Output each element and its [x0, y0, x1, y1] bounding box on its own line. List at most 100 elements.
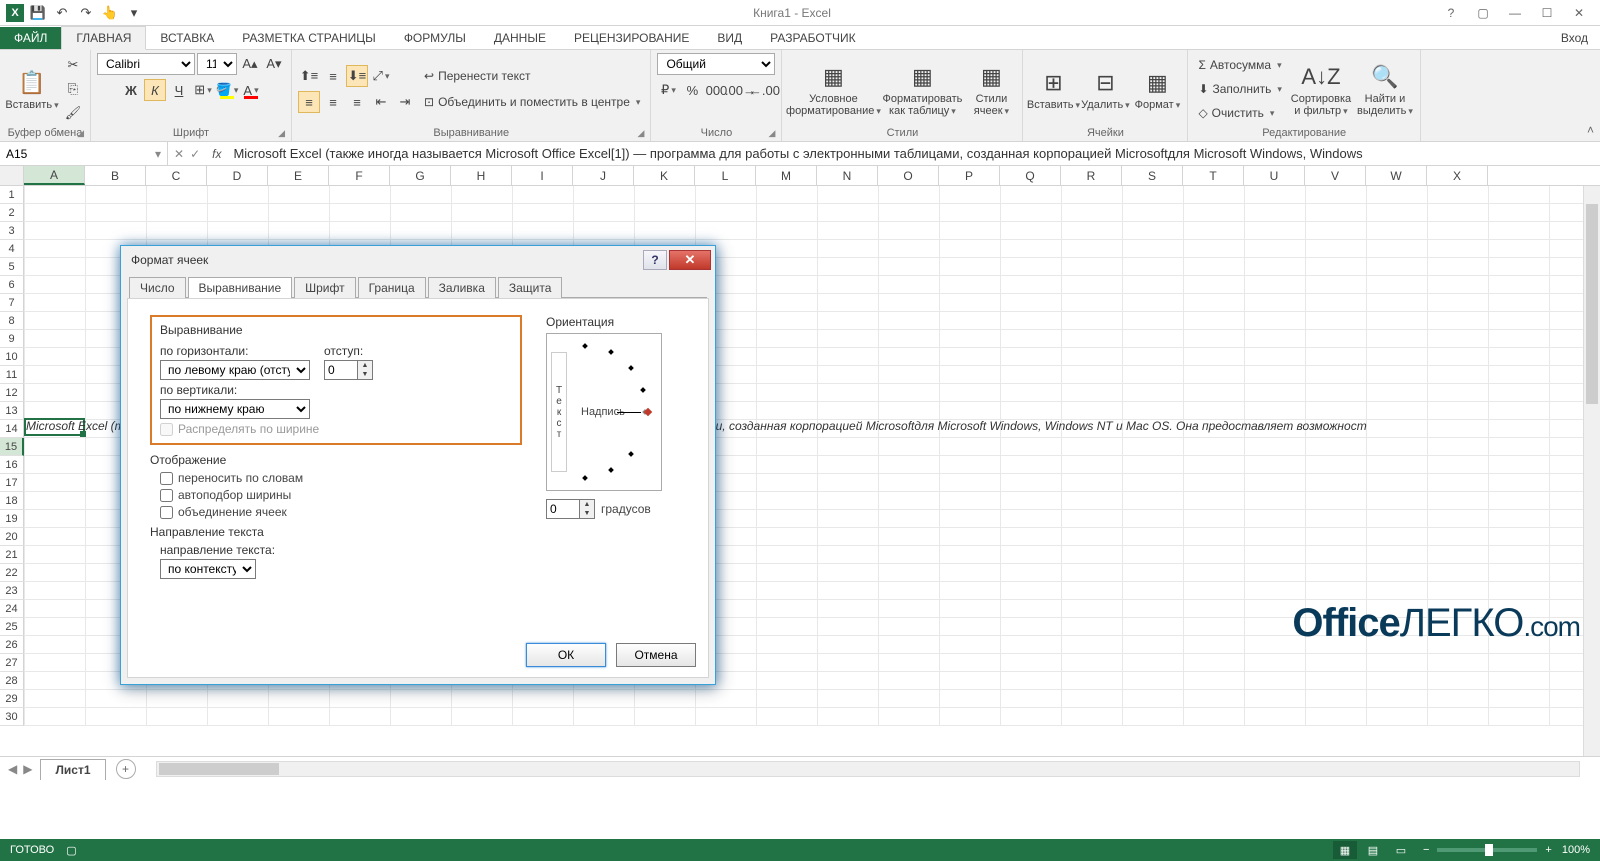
clipboard-launcher-icon[interactable]: ◢	[77, 128, 84, 139]
format-as-table-button[interactable]: ▦Форматировать как таблицу	[882, 61, 962, 117]
column-header[interactable]: P	[939, 166, 1000, 185]
row-header[interactable]: 30	[0, 708, 24, 726]
merge-cells-checkbox[interactable]: объединение ячеек	[160, 505, 522, 519]
row-header[interactable]: 4	[0, 240, 24, 258]
help-icon[interactable]: ?	[1440, 3, 1462, 23]
row-header[interactable]: 6	[0, 276, 24, 294]
row-header[interactable]: 10	[0, 348, 24, 366]
column-header[interactable]: L	[695, 166, 756, 185]
row-header[interactable]: 14	[0, 420, 24, 438]
dialog-tab-border[interactable]: Граница	[358, 277, 426, 298]
zoom-out-icon[interactable]: −	[1423, 844, 1429, 856]
row-header[interactable]: 11	[0, 366, 24, 384]
tab-insert[interactable]: ВСТАВКА	[146, 27, 228, 49]
column-header[interactable]: U	[1244, 166, 1305, 185]
maximize-icon[interactable]: ☐	[1536, 3, 1558, 23]
orientation-icon[interactable]: ⤢	[370, 65, 392, 87]
decrease-decimal-icon[interactable]: ←.00	[753, 79, 775, 101]
tab-developer[interactable]: РАЗРАБОТЧИК	[756, 27, 870, 49]
alignment-launcher-icon[interactable]: ◢	[638, 128, 645, 139]
sheet-nav-prev-icon[interactable]: ◀	[8, 762, 17, 776]
row-header[interactable]: 7	[0, 294, 24, 312]
zoom-in-icon[interactable]: +	[1545, 844, 1551, 856]
column-header[interactable]: K	[634, 166, 695, 185]
number-format-select[interactable]: Общий	[657, 53, 775, 75]
tab-view[interactable]: ВИД	[703, 27, 756, 49]
qa-customize-icon[interactable]: ▾	[124, 3, 144, 23]
tab-page-layout[interactable]: РАЗМЕТКА СТРАНИЦЫ	[228, 27, 390, 49]
cell-styles-button[interactable]: ▦Стили ячеек	[966, 61, 1016, 117]
spin-down-icon[interactable]: ▼	[580, 509, 594, 518]
align-middle-icon[interactable]: ≡	[322, 65, 344, 87]
page-break-view-icon[interactable]: ▭	[1389, 841, 1413, 859]
dialog-tab-fill[interactable]: Заливка	[428, 277, 496, 298]
formula-text[interactable]: Microsoft Excel (также иногда называется…	[227, 146, 1600, 161]
row-header[interactable]: 20	[0, 528, 24, 546]
row-header[interactable]: 19	[0, 510, 24, 528]
cancel-formula-icon[interactable]: ✕	[174, 147, 184, 161]
indent-input[interactable]	[324, 360, 358, 380]
row-header[interactable]: 21	[0, 546, 24, 564]
tab-file[interactable]: ФАЙЛ	[0, 27, 61, 49]
row-header[interactable]: 23	[0, 582, 24, 600]
degrees-input[interactable]	[546, 499, 580, 519]
column-header[interactable]: S	[1122, 166, 1183, 185]
name-box-dropdown-icon[interactable]: ▾	[149, 147, 167, 161]
row-header[interactable]: 5	[0, 258, 24, 276]
wrap-text-checkbox[interactable]: переносить по словам	[160, 471, 522, 485]
shrink-fit-checkbox[interactable]: автоподбор ширины	[160, 488, 522, 502]
column-header[interactable]: R	[1061, 166, 1122, 185]
column-header[interactable]: G	[390, 166, 451, 185]
name-box-input[interactable]	[0, 147, 149, 161]
conditional-formatting-button[interactable]: ▦Условное форматирование	[788, 61, 878, 117]
zoom-level[interactable]: 100%	[1562, 844, 1590, 856]
format-painter-icon[interactable]: 🖌	[62, 102, 84, 124]
row-header[interactable]: 28	[0, 672, 24, 690]
row-header[interactable]: 3	[0, 222, 24, 240]
fx-icon[interactable]: fx	[206, 147, 227, 161]
column-header[interactable]: J	[573, 166, 634, 185]
tab-formulas[interactable]: ФОРМУЛЫ	[390, 27, 480, 49]
sort-filter-button[interactable]: A↓ZСортировка и фильтр	[1290, 61, 1352, 117]
add-sheet-button[interactable]: +	[116, 759, 136, 779]
cut-icon[interactable]: ✂	[62, 54, 84, 76]
row-header[interactable]: 15	[0, 438, 24, 456]
font-launcher-icon[interactable]: ◢	[278, 128, 285, 139]
dialog-tab-font[interactable]: Шрифт	[294, 277, 355, 298]
row-header[interactable]: 13	[0, 402, 24, 420]
row-header[interactable]: 2	[0, 204, 24, 222]
row-header[interactable]: 12	[0, 384, 24, 402]
dialog-close-icon[interactable]: ✕	[669, 250, 711, 270]
spin-down-icon[interactable]: ▼	[358, 370, 372, 379]
horizontal-scrollbar[interactable]	[156, 761, 1581, 777]
percent-format-icon[interactable]: %	[681, 79, 703, 101]
row-header[interactable]: 27	[0, 654, 24, 672]
minimize-icon[interactable]: —	[1504, 3, 1526, 23]
ok-button[interactable]: ОК	[526, 643, 606, 667]
column-header[interactable]: X	[1427, 166, 1488, 185]
horizontal-align-select[interactable]: по левому краю (отступ)	[160, 360, 310, 380]
number-launcher-icon[interactable]: ◢	[769, 128, 776, 139]
borders-button[interactable]: ⊞	[192, 79, 214, 101]
column-header[interactable]: A	[24, 166, 85, 185]
row-header[interactable]: 26	[0, 636, 24, 654]
orientation-vertical-text[interactable]: Текст	[551, 352, 567, 472]
text-direction-select[interactable]: по контексту	[160, 559, 256, 579]
tab-data[interactable]: ДАННЫЕ	[480, 27, 560, 49]
fill-button[interactable]: ⬇Заполнить	[1194, 78, 1286, 100]
format-cells-button[interactable]: ▦Формат	[1133, 67, 1181, 111]
row-header[interactable]: 1	[0, 186, 24, 204]
insert-cells-button[interactable]: ⊞Вставить	[1029, 67, 1077, 111]
save-icon[interactable]: 💾	[28, 3, 48, 23]
font-size-select[interactable]: 11	[197, 53, 237, 75]
cancel-button[interactable]: Отмена	[616, 643, 696, 667]
sheet-nav-next-icon[interactable]: ▶	[23, 762, 32, 776]
sheet-tab[interactable]: Лист1	[40, 759, 105, 780]
dialog-tab-number[interactable]: Число	[129, 277, 186, 298]
row-header[interactable]: 24	[0, 600, 24, 618]
tab-home[interactable]: ГЛАВНАЯ	[61, 26, 146, 50]
row-header[interactable]: 9	[0, 330, 24, 348]
row-header[interactable]: 17	[0, 474, 24, 492]
row-header[interactable]: 25	[0, 618, 24, 636]
redo-icon[interactable]: ↷	[76, 3, 96, 23]
